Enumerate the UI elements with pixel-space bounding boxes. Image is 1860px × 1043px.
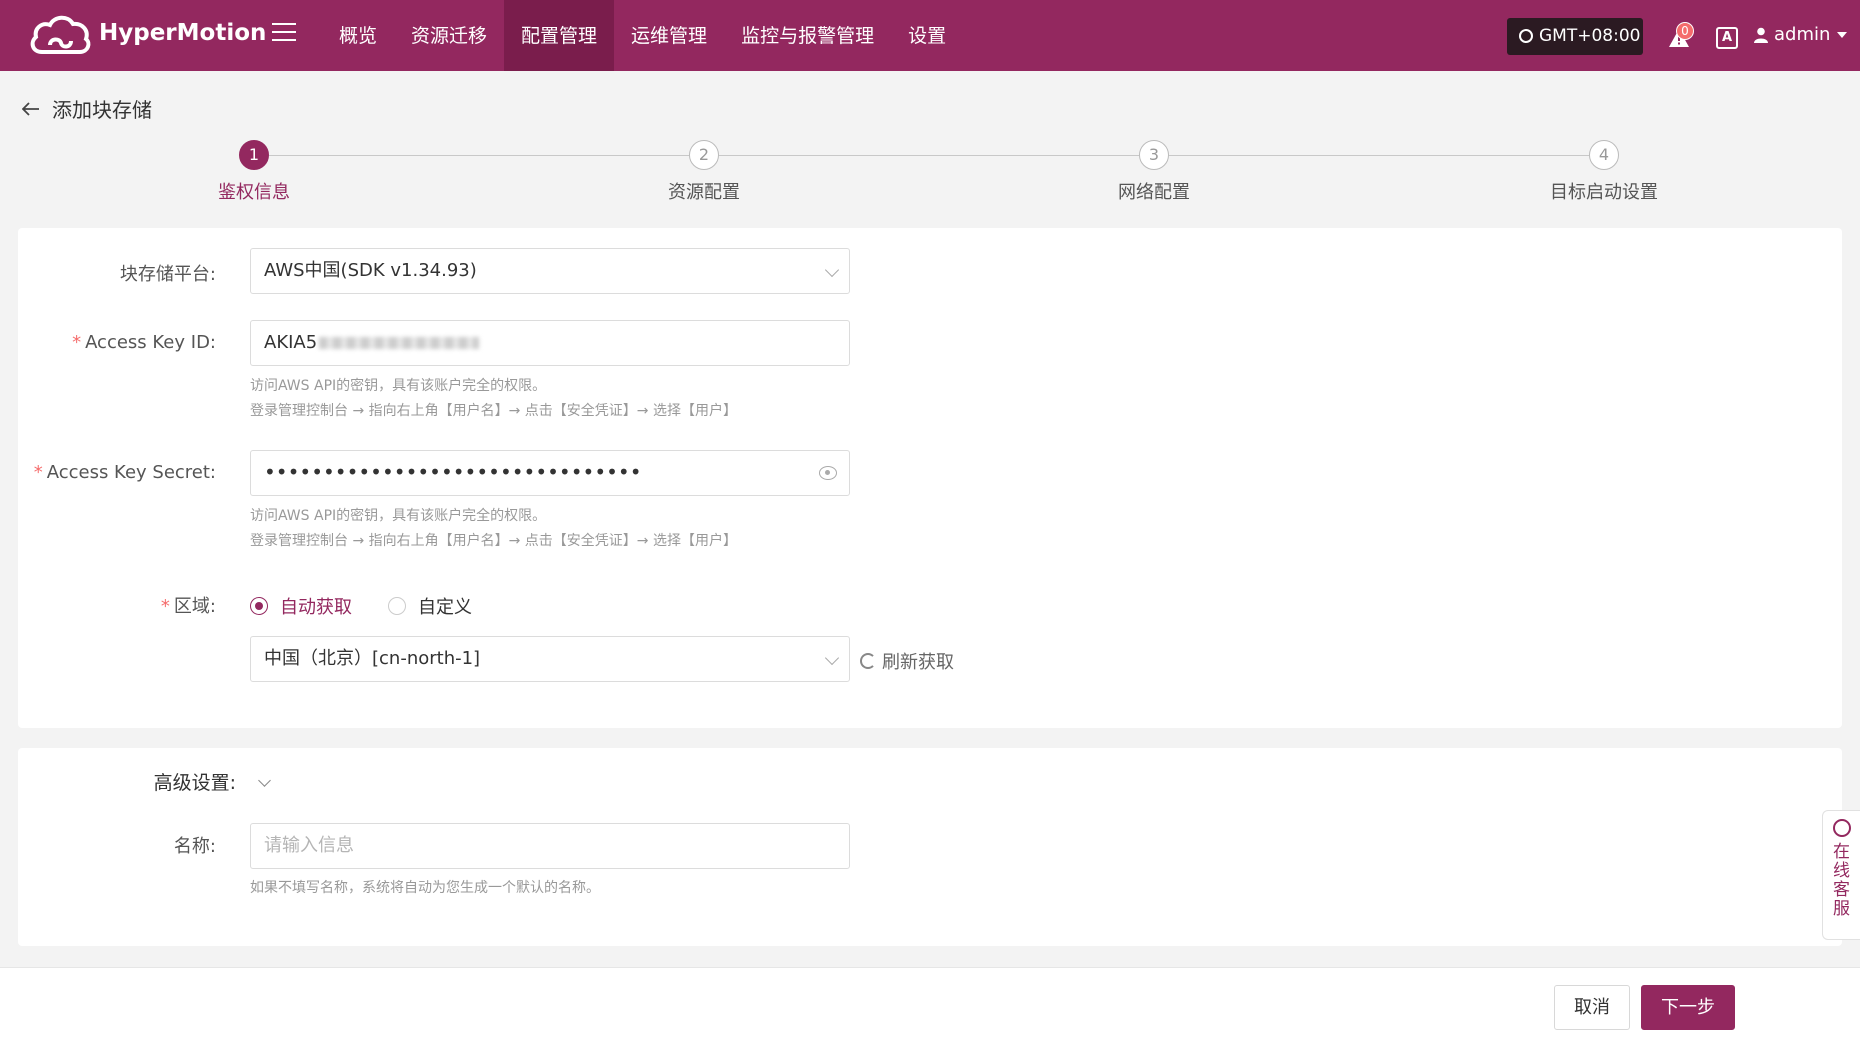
eye-icon[interactable] (819, 466, 837, 480)
access-key-id-label: * Access Key ID: (72, 332, 216, 353)
step-3-label: 网络配置 (1118, 182, 1190, 203)
back-link[interactable]: 添加块存储 (22, 94, 152, 123)
nav-settings[interactable]: 设置 (891, 0, 963, 71)
platform-value: AWS中国(SDK v1.34.93) (264, 260, 477, 281)
nav-overview[interactable]: 概览 (322, 0, 394, 71)
chevron-down-icon[interactable] (258, 774, 271, 787)
blurred-text (319, 337, 480, 349)
headset-icon (1832, 819, 1851, 837)
main-nav: 概览 资源迁移 配置管理 运维管理 监控与报警管理 设置 (322, 0, 963, 71)
refresh-icon (860, 653, 876, 669)
step-3-indicator: 3 (1139, 140, 1169, 170)
user-menu[interactable]: admin (1754, 24, 1848, 45)
name-placeholder: 请输入信息 (264, 835, 354, 856)
step-4-label: 目标启动设置 (1550, 182, 1658, 203)
step-connector (719, 155, 1139, 156)
step-connector (1169, 155, 1589, 156)
online-service-tab[interactable]: 在 线 客 服 (1822, 810, 1860, 940)
cloud-logo-icon (30, 15, 91, 54)
platform-label: 块存储平台: (119, 264, 216, 285)
nav-config[interactable]: 配置管理 (504, 0, 615, 71)
menu-toggle-icon[interactable] (272, 23, 296, 43)
access-key-id-hint: 访问AWS API的密钥，具有该账户完全的权限。 登录管理控制台 → 指向右上角… (250, 378, 737, 419)
radio-auto[interactable]: 自动获取 (250, 593, 352, 619)
caret-down-icon (1837, 31, 1848, 38)
nav-migration[interactable]: 资源迁移 (394, 0, 504, 71)
step-1-label: 鉴权信息 (218, 182, 290, 203)
name-input[interactable]: 请输入信息 (250, 823, 850, 869)
step-1-indicator: 1 (239, 140, 269, 170)
alert-count-badge: 0 (1676, 22, 1694, 40)
region-mode-radios: 自动获取 自定义 (250, 593, 472, 619)
cancel-button[interactable]: 取消 (1554, 985, 1630, 1030)
access-key-id-input[interactable]: AKIA5 (250, 320, 850, 366)
page-title: 添加块存储 (52, 98, 152, 122)
refresh-region-button[interactable]: 刷新获取 (860, 648, 954, 674)
service-char: 服 (1833, 899, 1850, 919)
region-select[interactable]: 中国（北京）[cn-north-1] (250, 636, 850, 682)
name-hint: 如果不填写名称，系统将自动为您生成一个默认的名称。 (250, 880, 600, 896)
user-icon (1754, 27, 1768, 43)
language-icon[interactable]: A (1716, 27, 1738, 49)
radio-dot (250, 597, 268, 615)
service-char: 客 (1833, 880, 1850, 900)
timezone-label: GMT+08:00 (1539, 26, 1641, 46)
step-4-indicator: 4 (1589, 140, 1619, 170)
access-key-id-value: AKIA5 (264, 332, 318, 353)
clock-icon (1519, 29, 1533, 43)
auth-form-card: 块存储平台: AWS中国(SDK v1.34.93) * Access Key I… (18, 228, 1842, 728)
top-navbar: HyperMotion 概览 资源迁移 配置管理 运维管理 监控与报警管理 设置… (0, 0, 1860, 71)
name-label: 名称: (173, 836, 216, 857)
platform-select[interactable]: AWS中国(SDK v1.34.93) (250, 248, 850, 294)
access-key-secret-label: * Access Key Secret: (33, 462, 216, 483)
step-connector (269, 155, 689, 156)
nav-monitoring[interactable]: 监控与报警管理 (724, 0, 891, 71)
timezone-button[interactable]: GMT+08:00 (1507, 18, 1643, 55)
next-step-button[interactable]: 下一步 (1641, 985, 1735, 1030)
step-2-indicator: 2 (689, 140, 719, 170)
access-key-secret-hint: 访问AWS API的密钥，具有该账户完全的权限。 登录管理控制台 → 指向右上角… (250, 508, 737, 549)
step-2-label: 资源配置 (668, 182, 740, 203)
access-key-secret-input[interactable]: •••••••••••••••••••••••••••••••• (250, 450, 850, 496)
username: admin (1774, 24, 1831, 45)
radio-dot (388, 597, 406, 615)
chevron-down-icon (824, 650, 840, 666)
chevron-down-icon (824, 262, 840, 278)
stepper: 1 鉴权信息 2 资源配置 3 网络配置 4 目标启动设置 (0, 137, 1860, 207)
nav-ops[interactable]: 运维管理 (614, 0, 724, 71)
service-char: 在 (1833, 842, 1850, 862)
arrow-left-icon (22, 101, 39, 116)
region-label: * 区域: (160, 596, 216, 617)
brand-name[interactable]: HyperMotion (99, 20, 266, 46)
service-char: 线 (1833, 861, 1850, 881)
radio-custom[interactable]: 自定义 (388, 593, 472, 619)
advanced-settings-title: 高级设置: (153, 772, 236, 794)
footer-bar: 取消 下一步 (0, 967, 1860, 1043)
region-value: 中国（北京）[cn-north-1] (264, 648, 481, 669)
advanced-settings-card: 高级设置: 名称: 请输入信息 如果不填写名称，系统将自动为您生成一个默认的名称… (18, 748, 1842, 946)
password-mask: •••••••••••••••••••••••••••••••• (264, 460, 642, 484)
